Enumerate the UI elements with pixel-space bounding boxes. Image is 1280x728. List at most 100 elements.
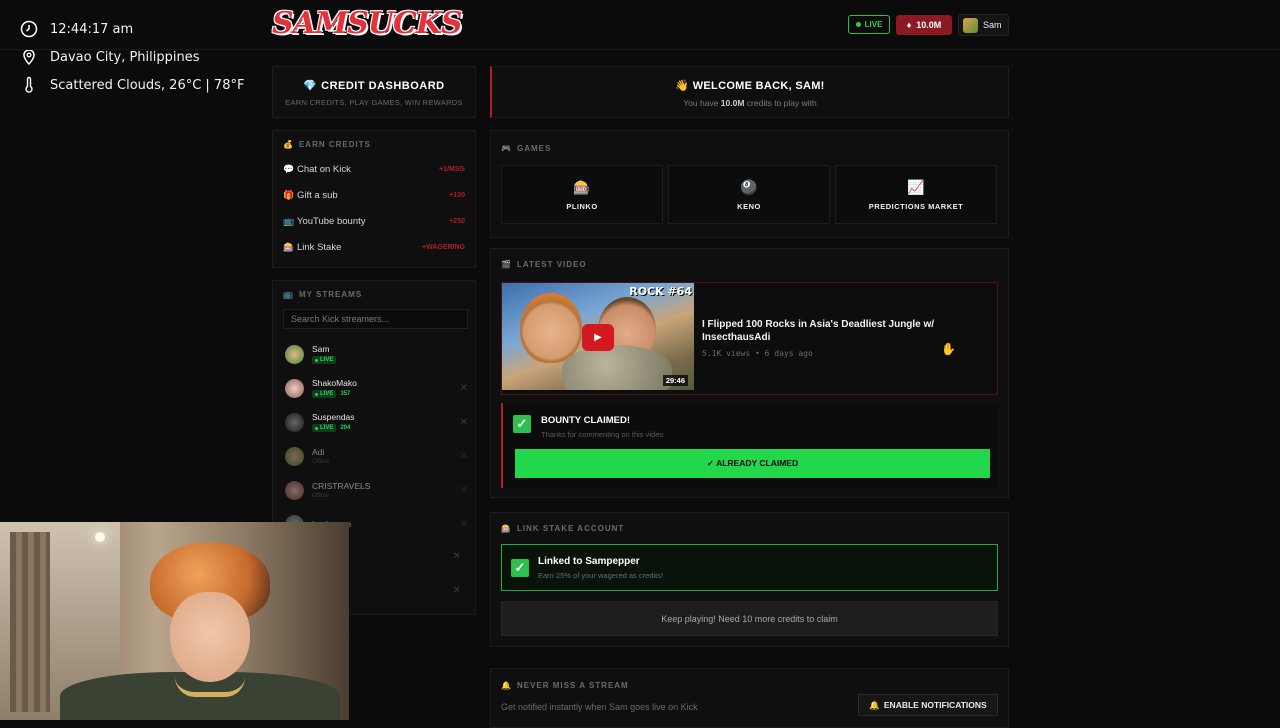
video-item[interactable]: ROCK #64 ▶ 29:46 I Flipped 100 Rocks in … <box>501 282 998 395</box>
credit-dashboard-title-text: CREDIT DASHBOARD <box>321 80 445 92</box>
avatar <box>285 480 304 500</box>
welcome-sub-suffix: credits to play with <box>746 98 817 108</box>
video-thumbnail[interactable]: ROCK #64 ▶ 29:46 <box>502 283 694 390</box>
bounty-title: BOUNTY CLAIMED! <box>541 415 631 426</box>
remove-icon[interactable]: ✕ <box>460 451 468 462</box>
game-plinko[interactable]: 🎰 PLINKO <box>501 165 663 224</box>
webcam-person-face <box>170 592 250 682</box>
live-badge-label: LIVE <box>864 20 883 29</box>
bounty-subtitle: Thanks for commenting on this video <box>541 430 664 439</box>
game-label: KENO <box>737 201 761 211</box>
link-stake-title: LINK STAKE ACCOUNT <box>516 524 625 533</box>
thumbnail-rock <box>562 345 672 390</box>
remove-icon[interactable]: ✕ <box>460 417 468 428</box>
already-claimed-button[interactable]: ✓ ALREADY CLAIMED <box>515 449 990 478</box>
linked-account-box: ✓ Linked to Sampepper Earn 25% of your w… <box>501 544 998 591</box>
live-tag-label: LIVE <box>320 391 334 397</box>
slot-machine-icon: 🎰 <box>283 241 295 252</box>
never-miss-title: NEVER MISS A STREAM <box>516 681 629 690</box>
welcome-credit-amount: 10.0M <box>720 98 745 108</box>
remove-icon[interactable]: ✕ <box>460 383 468 394</box>
stream-name: ShakoMako <box>312 378 357 388</box>
earn-item-value: +100 <box>449 191 465 199</box>
live-badge[interactable]: LIVE <box>848 15 890 34</box>
slot-machine-icon: 🎰 <box>501 524 512 533</box>
credits-badge[interactable]: ♦ 10.0M <box>896 15 952 35</box>
earn-item-link-stake[interactable]: 🎰 Link Stake +WAGERING <box>283 238 465 256</box>
link-stake-card: 🎰 LINK STAKE ACCOUNT ✓ Linked to Sampepp… <box>490 512 1009 647</box>
thumbnail-text: ROCK #64 <box>629 285 692 298</box>
never-miss-card: 🔔 NEVER MISS A STREAM Get notified insta… <box>490 668 1009 728</box>
bounty-claimed-box: ✓ BOUNTY CLAIMED! Thanks for commenting … <box>501 403 998 488</box>
slot-machine-icon: 🎰 <box>573 178 591 195</box>
stream-name: Adi <box>312 447 325 457</box>
play-icon[interactable]: ▶ <box>582 324 614 351</box>
credit-dashboard-title: 💎 CREDIT DASHBOARD <box>273 79 475 92</box>
thermometer-icon <box>20 76 38 94</box>
avatar <box>285 412 304 432</box>
tv-icon: 📺 <box>283 215 295 226</box>
game-predictions-market[interactable]: 📈 PREDICTIONS MARKET <box>835 165 997 224</box>
stream-item[interactable]: ShakoMako LIVE 357 ✕ <box>285 375 468 401</box>
welcome-title: 👋 WELCOME BACK, SAM! <box>492 79 1008 92</box>
stream-item[interactable]: Adi Offline ✕ <box>285 443 468 469</box>
remove-icon[interactable]: ✕ <box>453 551 461 562</box>
game-label: PLINKO <box>566 201 598 211</box>
my-streams-heading: 📺 MY STREAMS <box>283 290 362 299</box>
linked-account-subtitle: Earn 25% of your wagered as credits! <box>538 571 664 580</box>
earn-item-label: YouTube bounty <box>297 215 366 227</box>
chat-icon: 💬 <box>283 163 295 174</box>
welcome-card: 👋 WELCOME BACK, SAM! You have 10.0M cred… <box>490 66 1009 118</box>
live-dot-icon <box>315 426 318 430</box>
bell-icon: 🔔 <box>869 699 880 710</box>
never-miss-heading: 🔔 NEVER MISS A STREAM <box>501 681 629 690</box>
earn-item-label: Link Stake <box>297 241 342 253</box>
live-dot-icon <box>315 358 318 362</box>
site-header: SAMSUCKS LIVE ♦ 10.0M Sam <box>0 0 1280 50</box>
map-pin-icon <box>20 48 38 66</box>
credit-dashboard-subtitle: EARN CREDITS, PLAY GAMES, WIN REWARDS <box>285 98 463 107</box>
remove-icon[interactable]: ✕ <box>460 519 468 530</box>
earn-item-youtube-bounty[interactable]: 📺 YouTube bounty +250 <box>283 212 465 230</box>
live-tag-label: LIVE <box>320 357 334 363</box>
latest-video-card: 🎬 LATEST VIDEO ROCK #64 ▶ 29:46 I Flippe… <box>490 248 1009 498</box>
viewer-count: 204 <box>340 425 351 431</box>
games-title: GAMES <box>516 144 552 153</box>
streamer-search-input[interactable]: Search Kick streamers... <box>283 309 468 329</box>
site-logo[interactable]: SAMSUCKS <box>272 6 463 41</box>
overlay-location: Davao City, Philippines <box>50 49 200 65</box>
diamond-icon: ♦ <box>906 20 912 30</box>
avatar <box>285 378 304 398</box>
welcome-title-text: WELCOME BACK, SAM! <box>692 80 825 92</box>
stream-item[interactable]: CRISTRAVELS Offline ✕ <box>285 477 468 503</box>
waving-hand-icon: 👋 <box>675 80 690 92</box>
checkmark-icon: ✓ <box>513 415 531 433</box>
remove-icon[interactable]: ✕ <box>460 485 468 496</box>
video-title[interactable]: I Flipped 100 Rocks in Asia's Deadliest … <box>702 318 962 344</box>
live-tag: LIVE <box>312 356 337 364</box>
clapperboard-icon: 🎬 <box>501 260 512 269</box>
earn-item-gift-sub[interactable]: 🎁 Gift a sub +100 <box>283 186 465 204</box>
earn-item-value: +WAGERING <box>422 243 465 251</box>
earn-item-value: +250 <box>449 217 465 225</box>
earn-item-label: Gift a sub <box>297 189 338 201</box>
enable-notifications-button[interactable]: 🔔 ENABLE NOTIFICATIONS <box>858 694 998 716</box>
keep-playing-button[interactable]: Keep playing! Need 10 more credits to cl… <box>501 601 998 636</box>
credits-amount: 10.0M <box>916 20 942 30</box>
live-dot-icon <box>315 392 318 396</box>
user-menu[interactable]: Sam <box>958 14 1009 36</box>
welcome-sub-prefix: You have <box>683 98 719 108</box>
linked-account-name: Linked to Sampepper <box>538 556 640 567</box>
earn-item-value: +1/MSG <box>439 165 465 173</box>
webcam-curtain <box>10 532 50 712</box>
stream-item[interactable]: Suspendas LIVE 204 ✕ <box>285 409 468 435</box>
earn-item-chat[interactable]: 💬 Chat on Kick +1/MSG <box>283 160 465 178</box>
remove-icon[interactable]: ✕ <box>453 585 461 596</box>
chart-up-icon: 📈 <box>907 178 925 195</box>
offline-label: Offline <box>312 493 330 499</box>
gamepad-icon: 🎮 <box>501 144 512 153</box>
stream-name: Sam <box>312 344 330 354</box>
stream-item[interactable]: Sam LIVE <box>285 341 465 367</box>
game-keno[interactable]: 🎱 KENO <box>668 165 830 224</box>
viewer-count: 357 <box>340 391 351 397</box>
